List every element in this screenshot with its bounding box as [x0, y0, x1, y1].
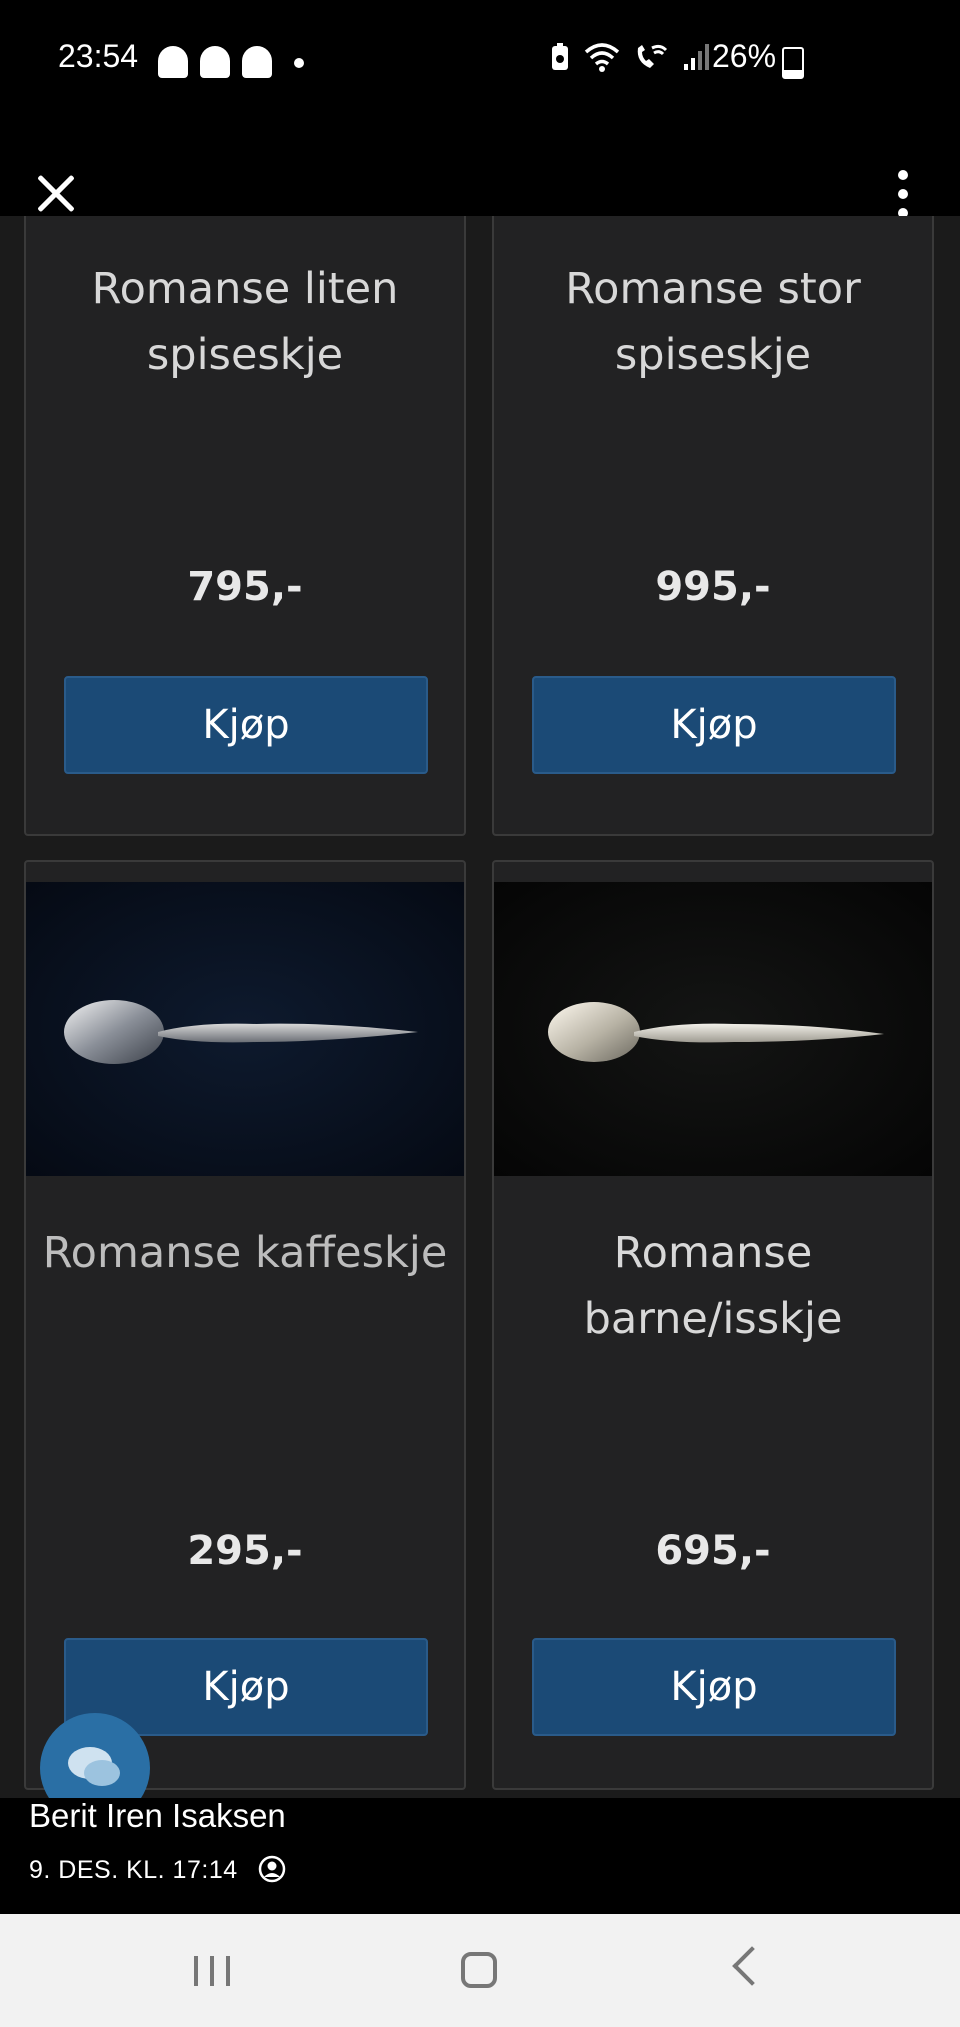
signal-icon: [684, 44, 709, 70]
more-vert-icon[interactable]: [895, 170, 911, 218]
home-icon[interactable]: [461, 1952, 497, 1988]
product-price: 295,-: [187, 1528, 303, 1574]
post-date: 9. DES. KL. 17:14: [29, 1856, 238, 1884]
product-price: 995,-: [655, 564, 771, 610]
product-title: Romanse stor spiseskje: [565, 264, 861, 380]
product-title: Romanse kaffeskje: [42, 1228, 448, 1278]
product-image[interactable]: [494, 882, 932, 1176]
battery-level-fill: [784, 69, 802, 77]
wifi-icon: [584, 43, 620, 72]
status-bar: 23:54 26%: [0, 0, 960, 120]
friends-icon: [258, 1855, 286, 1883]
system-icons: [550, 42, 712, 72]
top-bar: [0, 120, 960, 216]
dot-icon: [294, 58, 304, 68]
product-card: Romanse liten spiseskje 795,- Kjøp: [24, 216, 466, 836]
product-title: Romanse barne/isskje: [583, 1228, 843, 1344]
buy-button[interactable]: Kjøp: [532, 676, 896, 774]
product-card: Romanse barne/isskje 695,- Kjøp: [492, 860, 934, 1790]
product-image[interactable]: [26, 882, 464, 1176]
product-card: Romanse stor spiseskje 995,- Kjøp: [492, 216, 934, 836]
battery-percentage: 26%: [712, 38, 777, 74]
wifi-calling-icon: [637, 44, 668, 68]
product-grid: Romanse liten spiseskje 795,- Kjøp Roman…: [0, 216, 960, 1798]
snapchat-icon: [242, 46, 272, 78]
product-price: 795,-: [187, 564, 303, 610]
snapchat-icon: [158, 46, 188, 78]
buy-button[interactable]: Kjøp: [64, 676, 428, 774]
battery-saver-icon: [552, 43, 568, 70]
battery-icon: [782, 47, 804, 79]
buy-button[interactable]: Kjøp: [532, 1638, 896, 1736]
notification-icons: [158, 46, 272, 78]
product-card: Romanse kaffeskje 295,- Kjøp: [24, 860, 466, 1790]
close-icon[interactable]: [34, 172, 78, 216]
snapchat-icon: [200, 46, 230, 78]
product-price: 695,-: [655, 1528, 771, 1574]
author-name[interactable]: Berit Iren Isaksen: [29, 1797, 286, 1835]
clock: 23:54: [58, 38, 139, 74]
product-title: Romanse liten spiseskje: [91, 264, 399, 380]
recent-apps-icon[interactable]: [194, 1956, 230, 1986]
